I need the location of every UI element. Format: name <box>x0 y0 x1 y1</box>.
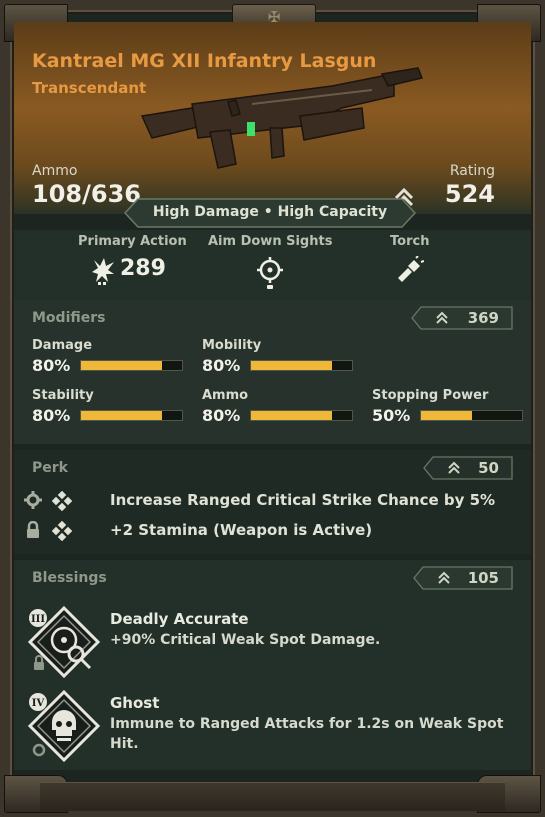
stat-label: Damage <box>32 338 93 353</box>
blessing-description: Immune to Ranged Attacks for 1.2s on Wea… <box>110 716 504 752</box>
stat-bar-fill <box>81 361 162 370</box>
blessing-description: +90% Critical Weak Spot Damage. <box>110 632 381 648</box>
stat-stopping-power: Stopping Power 50% <box>372 388 527 426</box>
blessings-rating: 105 <box>467 569 499 587</box>
frame-bottom-bar <box>40 782 505 811</box>
stat-bar <box>250 360 353 371</box>
stat-bar-fill <box>421 411 472 420</box>
stat-label: Ammo <box>202 388 249 403</box>
stat-value: 80% <box>202 406 241 425</box>
rating-label: Rating <box>449 163 495 179</box>
stat-mobility: Mobility 80% <box>202 338 357 376</box>
weapon-traits: High Damage • High Capacity <box>152 204 388 220</box>
blessing-name: Deadly Accurate <box>110 610 249 628</box>
stat-label: Mobility <box>202 338 262 353</box>
weapon-actions: Primary Action 289 Aim Down Sights Torch <box>14 230 531 300</box>
rating-chevron-icon <box>436 311 448 324</box>
perk-item: +2 Stamina (Weapon is Active) <box>14 518 531 544</box>
perk-rating: 50 <box>478 459 499 477</box>
stat-stability: Stability 80% <box>32 388 187 426</box>
stat-value: 80% <box>202 356 241 375</box>
stat-value: 80% <box>32 406 71 425</box>
tier-label: III <box>31 614 45 625</box>
primary-action-label: Primary Action <box>78 234 187 249</box>
stat-bar <box>80 410 183 421</box>
blessings-section: Blessings 105 III Deadly Accurate +90% C… <box>14 560 531 770</box>
stat-damage: Damage 80% <box>32 338 187 376</box>
stat-label: Stability <box>32 388 94 403</box>
perk-item: Increase Ranged Critical Strike Chance b… <box>14 488 531 514</box>
modifiers-title: Modifiers <box>32 310 106 326</box>
stat-bar <box>420 410 523 421</box>
tier-label: IV <box>32 698 45 709</box>
stat-ammo: Ammo 80% <box>202 388 357 426</box>
perk-section: Perk 50 Increase Ranged Critical Strike … <box>14 450 531 554</box>
torch-label: Torch <box>390 234 430 249</box>
stat-bar-fill <box>251 411 332 420</box>
weapon-name: Kantrael MG XII Infantry Lasgun <box>32 50 377 72</box>
perk-text: +2 Stamina (Weapon is Active) <box>110 521 373 539</box>
burst-fire-icon <box>92 258 114 285</box>
aim-down-sights-label: Aim Down Sights <box>208 234 333 249</box>
skull-icon: IV <box>27 689 101 763</box>
stat-value: 50% <box>372 406 411 425</box>
perk-diamond-icon <box>52 521 72 541</box>
modifiers-section: Modifiers 369 Damage 80% Mobility 80% St… <box>14 300 531 444</box>
stat-bar <box>250 410 353 421</box>
gear-icon <box>24 491 42 509</box>
modifiers-rating-badge: 369 <box>411 306 513 330</box>
rating-value: 524 <box>444 180 495 208</box>
perk-rating-badge: 50 <box>423 456 513 480</box>
crosshair-skull-icon: III <box>27 605 101 679</box>
lasgun-image <box>140 67 424 169</box>
rating-chevron-icon <box>438 571 450 584</box>
crosshair-icon <box>257 257 283 289</box>
modifiers-rating: 369 <box>467 309 499 327</box>
lock-icon <box>27 521 39 538</box>
perk-text: Increase Ranged Critical Strike Chance b… <box>110 491 496 509</box>
blessing-name: Ghost <box>110 694 160 712</box>
stat-value: 80% <box>32 356 71 375</box>
weapon-traits-tag: High Damage • High Capacity <box>124 198 416 228</box>
perk-diamond-icon <box>52 491 72 511</box>
stat-bar-fill <box>81 411 162 420</box>
stat-label: Stopping Power <box>372 388 489 403</box>
stat-bar-fill <box>251 361 332 370</box>
weapon-rarity: Transcendant <box>32 79 147 97</box>
rating-chevron-icon <box>448 461 460 474</box>
flashlight-icon <box>398 256 424 282</box>
weapon-header: Kantrael MG XII Infantry Lasgun Transcen… <box>14 22 531 214</box>
blessings-title: Blessings <box>32 570 107 586</box>
perk-title: Perk <box>32 460 68 476</box>
ammo-label: Ammo <box>32 163 78 179</box>
blessings-rating-badge: 105 <box>413 566 513 590</box>
primary-action-value: 289 <box>120 256 166 281</box>
stat-bar <box>80 360 183 371</box>
